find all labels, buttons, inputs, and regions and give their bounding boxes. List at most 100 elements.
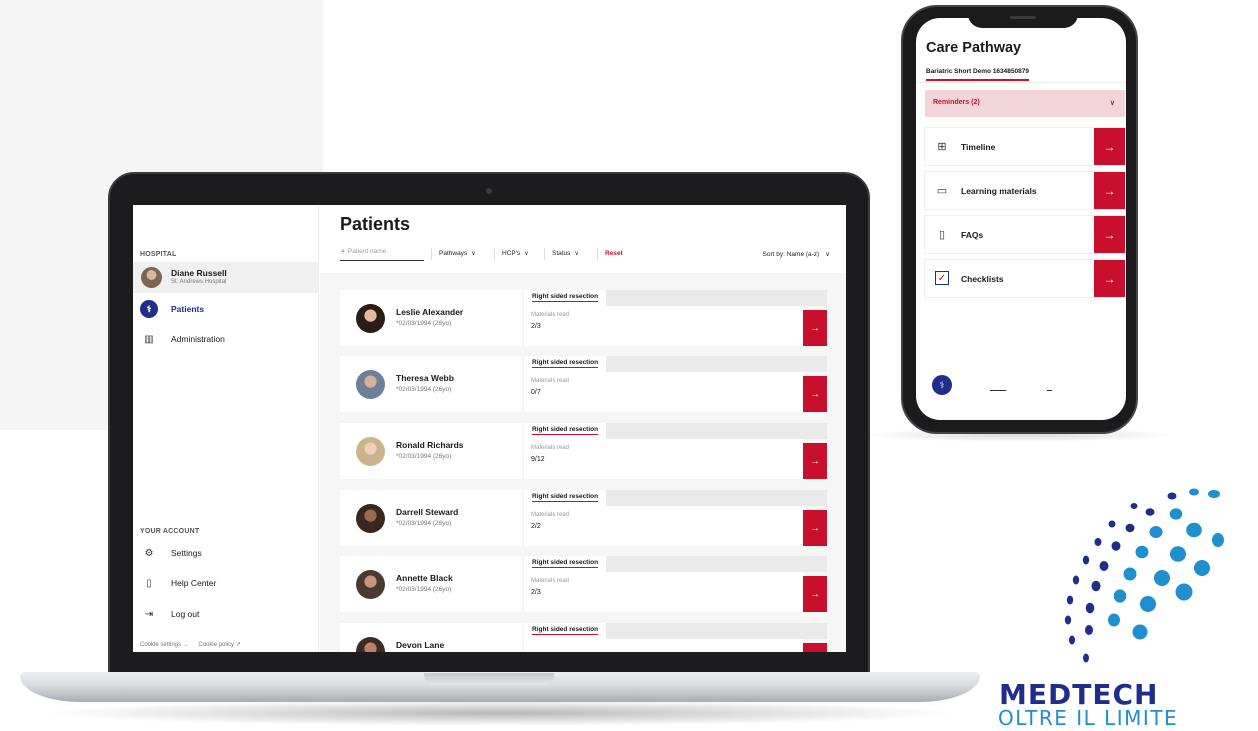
phone-notch [968, 10, 1078, 28]
pathway-name-tab[interactable]: Bariatric Short Demo 1634850879 [926, 68, 1029, 81]
patient-dob: *02/03/1994 (26yo) [396, 386, 452, 393]
filter-divider [494, 248, 495, 260]
arrow-right-icon[interactable]: → [1094, 260, 1125, 297]
filter-status[interactable]: Status ∨ [552, 250, 579, 257]
patient-name: Darrell Steward [396, 507, 459, 517]
patient-card[interactable]: Darrell Steward *02/03/1994 (26yo) Right… [340, 490, 827, 546]
filter-pathways[interactable]: Pathways ∨ [439, 250, 476, 257]
patient-avatar [356, 637, 385, 652]
materials-value: 2/2 [531, 523, 541, 530]
section-label-account: YOUR ACCOUNT [140, 528, 200, 535]
filter-divider [544, 248, 545, 260]
building-icon: ▥ [144, 333, 154, 345]
sidebar-item-label: Help Center [171, 578, 217, 588]
arrow-right-icon[interactable]: → [1094, 128, 1125, 165]
open-patient-button[interactable]: → [803, 576, 827, 612]
sidebar-item-label: Patients [171, 304, 205, 314]
search-icon: ⌕ [341, 248, 345, 255]
patient-name: Annette Black [396, 573, 453, 583]
arrow-right-icon: → [810, 388, 820, 400]
sidebar-item-administration[interactable]: ▥ Administration [140, 328, 225, 350]
patient-card[interactable]: Leslie Alexander *02/03/1994 (26yo) Righ… [340, 290, 827, 346]
chevron-down-icon: ∨ [524, 251, 529, 257]
chevron-down-icon: ∨ [574, 251, 579, 257]
tab-indicator[interactable] [990, 390, 1006, 391]
patient-avatar [356, 370, 385, 399]
user-avatar [141, 267, 162, 288]
sidebar: HOSPITAL Diane Russell St. Andrews Hospi… [133, 205, 319, 652]
patient-card[interactable]: Devon Lane Right sided resection → [340, 623, 827, 652]
patient-avatar [356, 304, 385, 333]
checkbox-icon: ✓ [935, 271, 949, 285]
section-label-hospital: HOSPITAL [140, 251, 177, 258]
sidebar-item-label: Settings [171, 548, 202, 558]
search-input[interactable]: ⌕ Patient name [340, 248, 424, 261]
cookie-settings-link[interactable]: Cookie settings → [140, 642, 189, 648]
patient-card[interactable]: Annette Black *02/03/1994 (26yo) Right s… [340, 556, 827, 612]
stethoscope-icon[interactable]: ⚕ [932, 375, 952, 395]
materials-label: Materials read [531, 512, 570, 518]
arrow-right-icon[interactable]: → [1094, 216, 1125, 253]
patient-name: Devon Lane [396, 640, 445, 650]
pathway-tag: Right sided resection [524, 556, 607, 572]
divider [916, 82, 1126, 83]
patient-card[interactable]: Ronald Richards *02/03/1994 (26yo) Right… [340, 423, 827, 479]
patient-avatar [356, 570, 385, 599]
pathway-tag: Right sided resection [524, 290, 607, 306]
patient-avatar [356, 504, 385, 533]
laptop-shadow [40, 700, 960, 726]
reminders-label: Reminders (2) [933, 99, 980, 106]
sidebar-item-log-out[interactable]: ⇥ Log out [140, 603, 200, 625]
patient-dob: *02/03/1994 (26yo) [396, 586, 452, 593]
arrow-right-icon[interactable]: → [1094, 172, 1125, 209]
materials-value: 0/7 [531, 389, 541, 396]
medtech-logo: MEDTECH OLTRE IL LIMITE [994, 480, 1254, 730]
sidebar-item-label: Log out [171, 609, 200, 619]
phone-screen: Care Pathway Bariatric Short Demo 163485… [916, 18, 1126, 420]
page-title: Patients [340, 214, 411, 234]
timeline-row[interactable]: ⊞ Timeline → [925, 128, 1125, 165]
pathway-tag: Right sided resection [524, 623, 607, 639]
filter-bar: ⌕ Patient name Pathways ∨ HCP's ∨ Status ∨ R… [340, 248, 830, 262]
patient-dob: *02/03/1994 (26yo) [396, 520, 452, 527]
patient-avatar [356, 437, 385, 466]
learning-materials-row[interactable]: ▭ Learning materials → [925, 172, 1125, 209]
reminders-dropdown[interactable]: Reminders (2) ∨ [925, 90, 1125, 117]
cookie-policy-link[interactable]: Cookie policy ↗ [198, 642, 240, 648]
filter-divider [431, 248, 432, 260]
open-patient-button[interactable]: → [803, 310, 827, 346]
open-patient-button[interactable]: → [803, 376, 827, 412]
open-patient-button[interactable]: → [803, 510, 827, 546]
checklists-row[interactable]: ✓ Checklists → [925, 260, 1125, 297]
reset-filters-button[interactable]: Reset [605, 250, 623, 257]
sort-dropdown[interactable]: Sort by: Name (a-z) ∨ [763, 250, 830, 258]
arrow-right-icon: → [810, 522, 820, 534]
pathway-tag: Right sided resection [524, 490, 607, 506]
faq-icon: ▯ [938, 228, 946, 241]
chevron-down-icon: ∨ [471, 251, 476, 257]
stethoscope-icon: ⚕ [140, 300, 158, 318]
user-card[interactable]: Diane Russell St. Andrews Hospital [133, 262, 319, 293]
materials-label: Materials read [531, 445, 570, 451]
sidebar-item-help-center[interactable]: ▯ Help Center [140, 572, 216, 594]
patient-card[interactable]: Theresa Webb *02/03/1994 (26yo) Right si… [340, 356, 827, 412]
patient-name: Ronald Richards [396, 440, 464, 450]
materials-label: Materials read [531, 378, 570, 384]
laptop-notch [424, 673, 554, 685]
open-patient-button[interactable]: → [803, 443, 827, 479]
arrow-right-icon: → [810, 455, 820, 467]
gear-icon: ⚙ [144, 547, 154, 559]
cookie-links: Cookie settings → Cookie policy ↗ [140, 641, 249, 648]
sidebar-item-settings[interactable]: ⚙ Settings [140, 542, 202, 564]
open-patient-button[interactable]: → [803, 643, 827, 652]
filter-hcps[interactable]: HCP's ∨ [502, 250, 529, 257]
pathway-tag: Right sided resection [524, 356, 607, 372]
help-icon: ▯ [146, 577, 152, 589]
materials-label: Materials read [531, 312, 570, 318]
arrow-right-icon: → [810, 322, 820, 334]
tab-indicator[interactable] [1047, 390, 1052, 391]
patient-dob: *02/03/1994 (26yo) [396, 453, 452, 460]
sidebar-item-patients[interactable]: ⚕ Patients [140, 298, 204, 320]
main-header: Patients ⌕ Patient name Pathways ∨ HCP's ∨ … [320, 205, 846, 273]
faqs-row[interactable]: ▯ FAQs → [925, 216, 1125, 253]
